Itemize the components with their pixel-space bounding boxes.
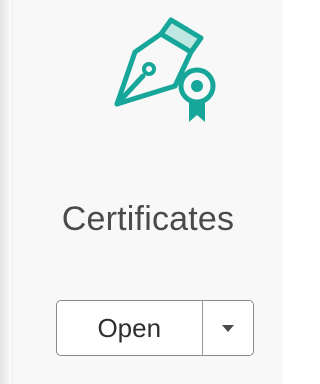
certificates-tool-card[interactable]: Certificates Open (13, 0, 283, 384)
open-button[interactable]: Open (57, 301, 202, 355)
tool-title: Certificates (61, 200, 235, 238)
panel-edge (0, 0, 13, 384)
open-split-button[interactable]: Open (56, 300, 254, 356)
pen-certificate-icon (105, 12, 231, 124)
chevron-down-icon (222, 324, 234, 332)
open-menu-button[interactable] (203, 301, 253, 355)
